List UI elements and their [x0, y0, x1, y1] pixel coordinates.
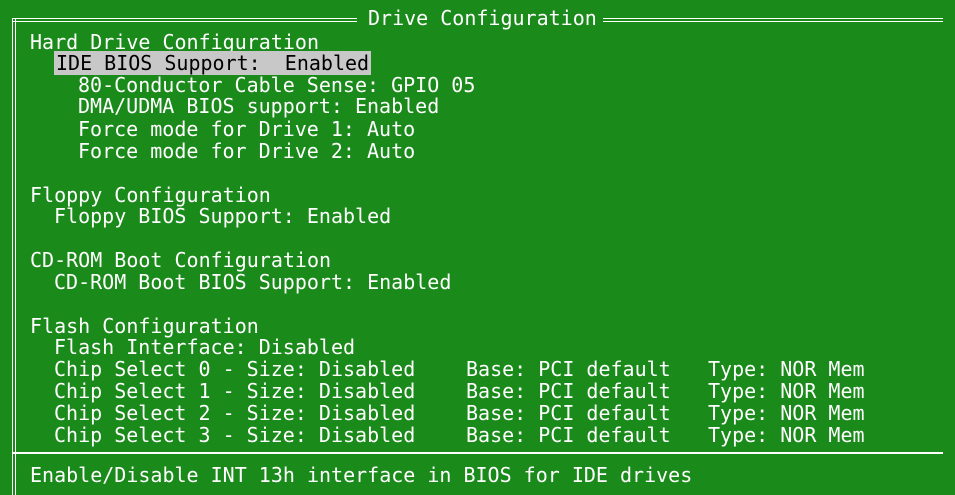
ide-bios-support-value[interactable]: IDE BIOS Support: Enabled	[54, 51, 372, 75]
floppy-bios-support-option[interactable]: Floppy BIOS Support: Enabled	[54, 206, 391, 226]
chip-select-1-size[interactable]: Chip Select 1 - Size: Disabled	[54, 381, 415, 401]
chip-select-2-base[interactable]: Base: PCI default	[466, 403, 671, 423]
chip-select-3-type[interactable]: Type: NOR Mem	[708, 425, 865, 445]
window-title: Drive Configuration	[368, 6, 597, 30]
chip-select-0-type[interactable]: Type: NOR Mem	[708, 359, 865, 379]
cdrom-header: CD-ROM Boot Configuration	[30, 248, 332, 272]
chip-select-2-type[interactable]: Type: NOR Mem	[708, 403, 865, 423]
hard-drive-header: Hard Drive Configuration	[30, 30, 319, 54]
chip-select-1-base[interactable]: Base: PCI default	[466, 381, 671, 401]
force-mode-drive1-option[interactable]: Force mode for Drive 1: Auto	[78, 119, 415, 139]
chip-select-0-size[interactable]: Chip Select 0 - Size: Disabled	[54, 359, 415, 379]
help-separator	[12, 452, 943, 454]
frame-top-border-left	[12, 18, 357, 22]
chip-select-0-base[interactable]: Base: PCI default	[466, 359, 671, 379]
bios-screen: Drive Configuration Hard Drive Configura…	[0, 0, 955, 495]
chip-select-3-size[interactable]: Chip Select 3 - Size: Disabled	[54, 425, 415, 445]
ide-bios-support-option[interactable]: IDE BIOS Support: Enabled	[54, 51, 372, 75]
frame-left-border	[12, 18, 16, 495]
floppy-header: Floppy Configuration	[30, 183, 271, 207]
chip-select-1-type[interactable]: Type: NOR Mem	[708, 381, 865, 401]
dma-udma-option[interactable]: DMA/UDMA BIOS support: Enabled	[78, 96, 439, 116]
cdrom-boot-bios-support-option[interactable]: CD-ROM Boot BIOS Support: Enabled	[54, 272, 451, 292]
flash-header: Flash Configuration	[30, 314, 259, 338]
frame-top-border-right	[603, 18, 943, 22]
force-mode-drive2-option[interactable]: Force mode for Drive 2: Auto	[78, 141, 415, 161]
flash-interface-option[interactable]: Flash Interface: Disabled	[54, 337, 355, 357]
chip-select-3-base[interactable]: Base: PCI default	[466, 425, 671, 445]
help-text: Enable/Disable INT 13h interface in BIOS…	[30, 463, 693, 487]
chip-select-2-size[interactable]: Chip Select 2 - Size: Disabled	[54, 403, 415, 423]
cable-sense-option[interactable]: 80-Conductor Cable Sense: GPIO 05	[78, 75, 475, 95]
